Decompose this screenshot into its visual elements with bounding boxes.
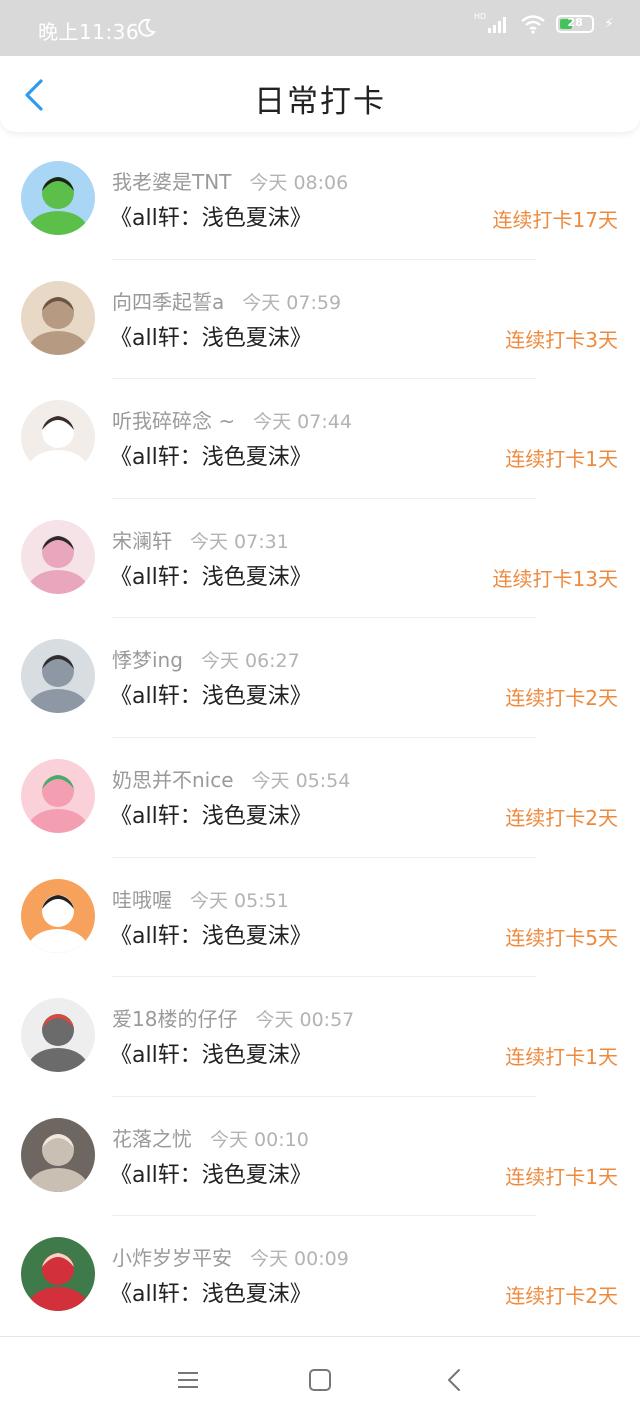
avatar[interactable] [21,639,95,714]
top-app-bar: 日常打卡 [0,56,640,132]
checkin-time: 今天 05:54 [251,769,351,792]
checkin-row[interactable]: 向四季起誓a 今天 07:59 《all轩：浅色夏沫》 连续打卡3天 [0,260,640,380]
avatar[interactable] [21,878,95,953]
checkin-time: 今天 07:31 [190,530,289,553]
avatar[interactable] [21,1237,95,1312]
checkin-time: 今天 00:10 [210,1128,309,1151]
streak-count: 连续打卡17天 [492,208,618,232]
checkin-time: 今天 05:51 [190,889,289,912]
book-title[interactable]: 《all轩：浅色夏沫》 [110,1276,312,1308]
user-name[interactable]: 奶思并不nice [112,768,234,792]
streak-count: 连续打卡1天 [505,447,618,472]
avatar[interactable] [21,519,95,594]
user-name-line: 向四季起誓a 今天 07:59 [112,286,341,315]
status-bar: 晚上11:36 HD 28 ⚡ [0,0,640,56]
checkin-row[interactable]: 爱18楼的仔仔 今天 00:57 《all轩：浅色夏沫》 连续打卡1天 [0,977,640,1097]
avatar[interactable] [21,1117,95,1192]
book-title[interactable]: 《all轩：浅色夏沫》 [110,798,312,830]
user-name-line: 我老婆是TNT 今天 08:06 [112,166,348,195]
user-name-line: 爱18楼的仔仔 今天 00:57 [112,1003,354,1032]
nav-back-icon[interactable] [441,1367,467,1393]
user-name-line: 悸梦ing 今天 06:27 [112,644,300,673]
user-name-line: 听我碎碎念 ~ 今天 07:44 [112,405,352,434]
book-title[interactable]: 《all轩：浅色夏沫》 [110,320,312,352]
home-square-icon[interactable] [307,1367,333,1393]
user-name[interactable]: 我老婆是TNT [112,170,231,194]
avatar[interactable] [21,998,95,1073]
streak-count: 连续打卡13天 [492,566,618,591]
streak-count: 连续打卡1天 [505,1045,618,1070]
system-nav-bar [0,1336,640,1423]
status-time: 晚上11:36 [38,20,140,44]
streak-count: 连续打卡3天 [505,327,618,352]
streak-count: 连续打卡2天 [505,805,618,830]
checkin-time: 今天 07:59 [242,291,342,314]
battery-icon: 28 [556,15,595,33]
checkin-row[interactable]: 听我碎碎念 ~ 今天 07:44 《all轩：浅色夏沫》 连续打卡1天 [0,379,640,499]
user-name[interactable]: 小炸岁岁平安 [112,1246,232,1270]
checkin-row[interactable]: 我老婆是TNT 今天 08:06 《all轩：浅色夏沫》 连续打卡17天 [0,140,640,260]
book-title[interactable]: 《all轩：浅色夏沫》 [110,559,312,591]
book-title[interactable]: 《all轩：浅色夏沫》 [110,918,312,950]
checkin-row[interactable]: 哇哦喔 今天 05:51 《all轩：浅色夏沫》 连续打卡5天 [0,858,640,978]
book-title[interactable]: 《all轩：浅色夏沫》 [110,1157,312,1189]
wifi-icon [521,15,545,34]
user-name[interactable]: 悸梦ing [112,648,183,672]
signal-icon [488,17,507,33]
checkin-time: 今天 00:57 [255,1009,355,1032]
user-name-line: 小炸岁岁平安 今天 00:09 [112,1242,349,1271]
avatar[interactable] [21,280,95,355]
book-title[interactable]: 《all轩：浅色夏沫》 [110,678,312,710]
battery-percent: 28 [567,16,583,29]
page-title: 日常打卡 [254,84,386,120]
user-name[interactable]: 爱18楼的仔仔 [112,1007,237,1031]
user-name[interactable]: 听我碎碎念 ~ [112,409,235,433]
book-title[interactable]: 《all轩：浅色夏沫》 [110,1037,312,1069]
moon-icon [138,18,156,37]
charging-icon: ⚡ [604,16,614,32]
user-name[interactable]: 花落之忧 [112,1127,192,1151]
checkin-row[interactable]: 花落之忧 今天 00:10 《all轩：浅色夏沫》 连续打卡1天 [0,1097,640,1217]
user-name-line: 哇哦喔 今天 05:51 [112,884,289,913]
streak-count: 连续打卡5天 [505,925,618,950]
streak-count: 连续打卡2天 [505,1284,618,1309]
menu-icon[interactable] [175,1367,201,1393]
checkin-time: 今天 06:27 [200,650,300,673]
user-name-line: 奶思并不nice 今天 05:54 [112,764,350,793]
checkin-row[interactable]: 宋澜轩 今天 07:31 《all轩：浅色夏沫》 连续打卡13天 [0,499,640,619]
user-name-line: 宋澜轩 今天 07:31 [112,525,289,554]
user-name-line: 花落之忧 今天 00:10 [112,1123,309,1152]
avatar[interactable] [21,161,95,235]
book-title[interactable]: 《all轩：浅色夏沫》 [110,439,312,471]
checkin-time: 今天 07:44 [253,411,352,434]
user-name[interactable]: 哇哦喔 [112,888,172,912]
user-name[interactable]: 向四季起誓a [112,290,224,314]
checkin-row[interactable]: 奶思并不nice 今天 05:54 《all轩：浅色夏沫》 连续打卡2天 [0,738,640,858]
status-indicators: HD 28 ⚡ [473,11,614,34]
streak-count: 连续打卡2天 [505,686,618,711]
avatar[interactable] [21,758,95,833]
avatar[interactable] [21,400,95,475]
checkin-time: 今天 00:09 [250,1248,349,1271]
checkin-row[interactable]: 小炸岁岁平安 今天 00:09 《all轩：浅色夏沫》 连续打卡2天 [0,1216,640,1336]
user-name[interactable]: 宋澜轩 [112,529,172,553]
checkin-row[interactable]: 悸梦ing 今天 06:27 《all轩：浅色夏沫》 连续打卡2天 [0,618,640,738]
checkin-time: 今天 08:06 [249,172,349,194]
checkin-list: 我老婆是TNT 今天 08:06 《all轩：浅色夏沫》 连续打卡17天向四季起誓a 今… [0,140,640,1336]
hd-label: HD [473,11,487,21]
streak-count: 连续打卡1天 [505,1164,618,1189]
book-title[interactable]: 《all轩：浅色夏沫》 [110,200,312,232]
